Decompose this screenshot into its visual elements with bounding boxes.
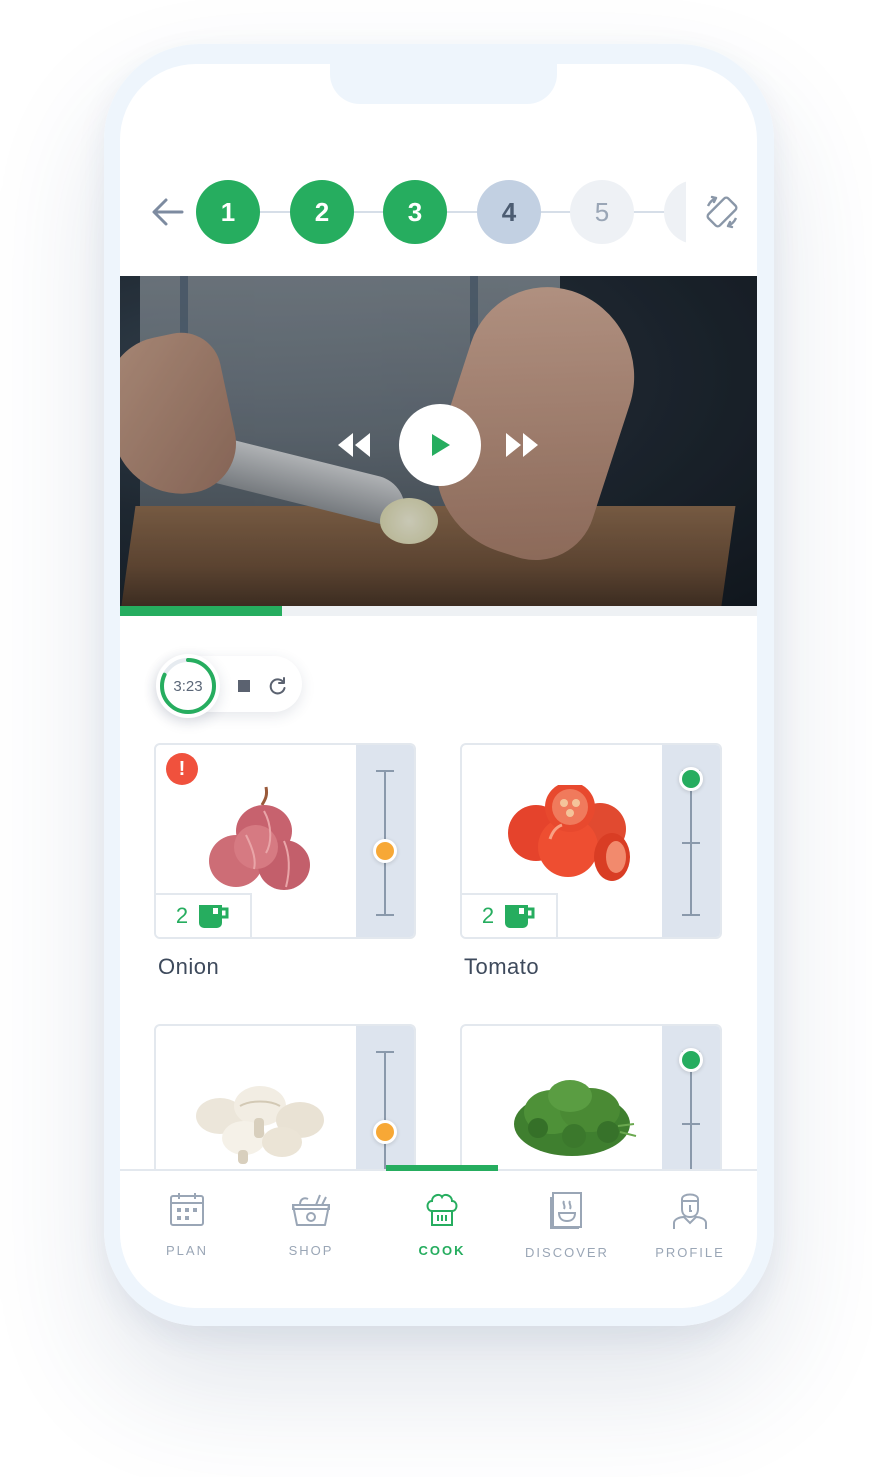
reset-timer-icon[interactable] <box>268 676 288 696</box>
cup-icon <box>199 905 229 928</box>
quantity-box[interactable]: 2 <box>462 893 558 937</box>
step-2[interactable]: 2 <box>290 180 354 244</box>
amount-slider[interactable] <box>356 745 414 937</box>
play-icon <box>432 434 450 456</box>
slider-knob[interactable] <box>679 767 703 791</box>
tab-label: DISCOVER <box>525 1245 609 1260</box>
rewind-button[interactable] <box>336 428 372 462</box>
tab-shop[interactable]: SHOP <box>251 1191 371 1271</box>
tab-cook[interactable]: COOK <box>382 1191 502 1271</box>
chef-hat-icon <box>426 1193 458 1226</box>
timer-ring: 3:23 <box>156 654 220 718</box>
stop-timer-icon[interactable] <box>238 680 250 692</box>
rotate-screen-icon <box>705 195 738 229</box>
step-1[interactable]: 1 <box>196 180 260 244</box>
ingredient-label-tomato: Tomato <box>464 954 540 979</box>
herbs-image <box>514 1080 637 1156</box>
tab-profile[interactable]: PROFILE <box>630 1191 750 1271</box>
video-progress-fill <box>120 606 282 616</box>
tab-label: PROFILE <box>655 1245 725 1260</box>
quantity-value: 2 <box>481 903 495 928</box>
rewind-icon <box>338 433 370 457</box>
tab-label: SHOP <box>288 1243 334 1258</box>
back-arrow-icon[interactable] <box>148 194 188 230</box>
play-button[interactable] <box>399 404 481 486</box>
amount-slider[interactable] <box>662 745 720 937</box>
basket-icon <box>292 1194 330 1226</box>
ingredient-card-tomato[interactable]: 2 <box>460 743 722 939</box>
app-screen: 1 2 3 4 5 3:23 ! 2 Onion 2 Tomato PLAN S… <box>120 64 757 1308</box>
ingredient-card-onion[interactable]: ! 2 <box>154 743 416 939</box>
active-tab-indicator <box>386 1165 498 1171</box>
recipe-book-icon <box>550 1192 582 1229</box>
slider-knob[interactable] <box>373 1120 397 1144</box>
alert-icon: ! <box>166 753 198 785</box>
tab-label: COOK <box>418 1243 466 1258</box>
step-3[interactable]: 3 <box>383 180 447 244</box>
step-navigation: 1 2 3 4 5 <box>120 176 757 248</box>
ingredient-label-onion: Onion <box>158 954 220 979</box>
user-icon <box>673 1193 707 1229</box>
quantity-value: 2 <box>175 903 189 928</box>
tomato-image <box>508 785 630 881</box>
tab-plan[interactable]: PLAN <box>127 1191 247 1271</box>
fast-forward-button[interactable] <box>504 428 540 462</box>
cup-icon <box>505 905 535 928</box>
step-5[interactable]: 5 <box>570 180 634 244</box>
slider-knob[interactable] <box>373 839 397 863</box>
bottom-tab-bar: PLAN SHOP COOK DISCOVER PROFILE <box>120 1165 757 1308</box>
phone-notch <box>330 44 557 104</box>
timer-time: 3:23 <box>173 677 203 695</box>
calendar-icon <box>170 1193 204 1226</box>
quantity-box[interactable]: 2 <box>156 893 252 937</box>
recipe-video[interactable] <box>120 276 757 606</box>
video-progress-bar[interactable] <box>120 606 757 616</box>
fast-forward-icon <box>506 433 538 457</box>
onion-image <box>209 786 310 890</box>
step-4[interactable]: 4 <box>477 180 541 244</box>
slider-knob[interactable] <box>679 1048 703 1072</box>
tab-discover[interactable]: DISCOVER <box>507 1191 627 1271</box>
mushroom-image <box>196 1086 324 1164</box>
tab-label: PLAN <box>166 1243 208 1258</box>
rotate-screen-button[interactable] <box>686 176 757 248</box>
